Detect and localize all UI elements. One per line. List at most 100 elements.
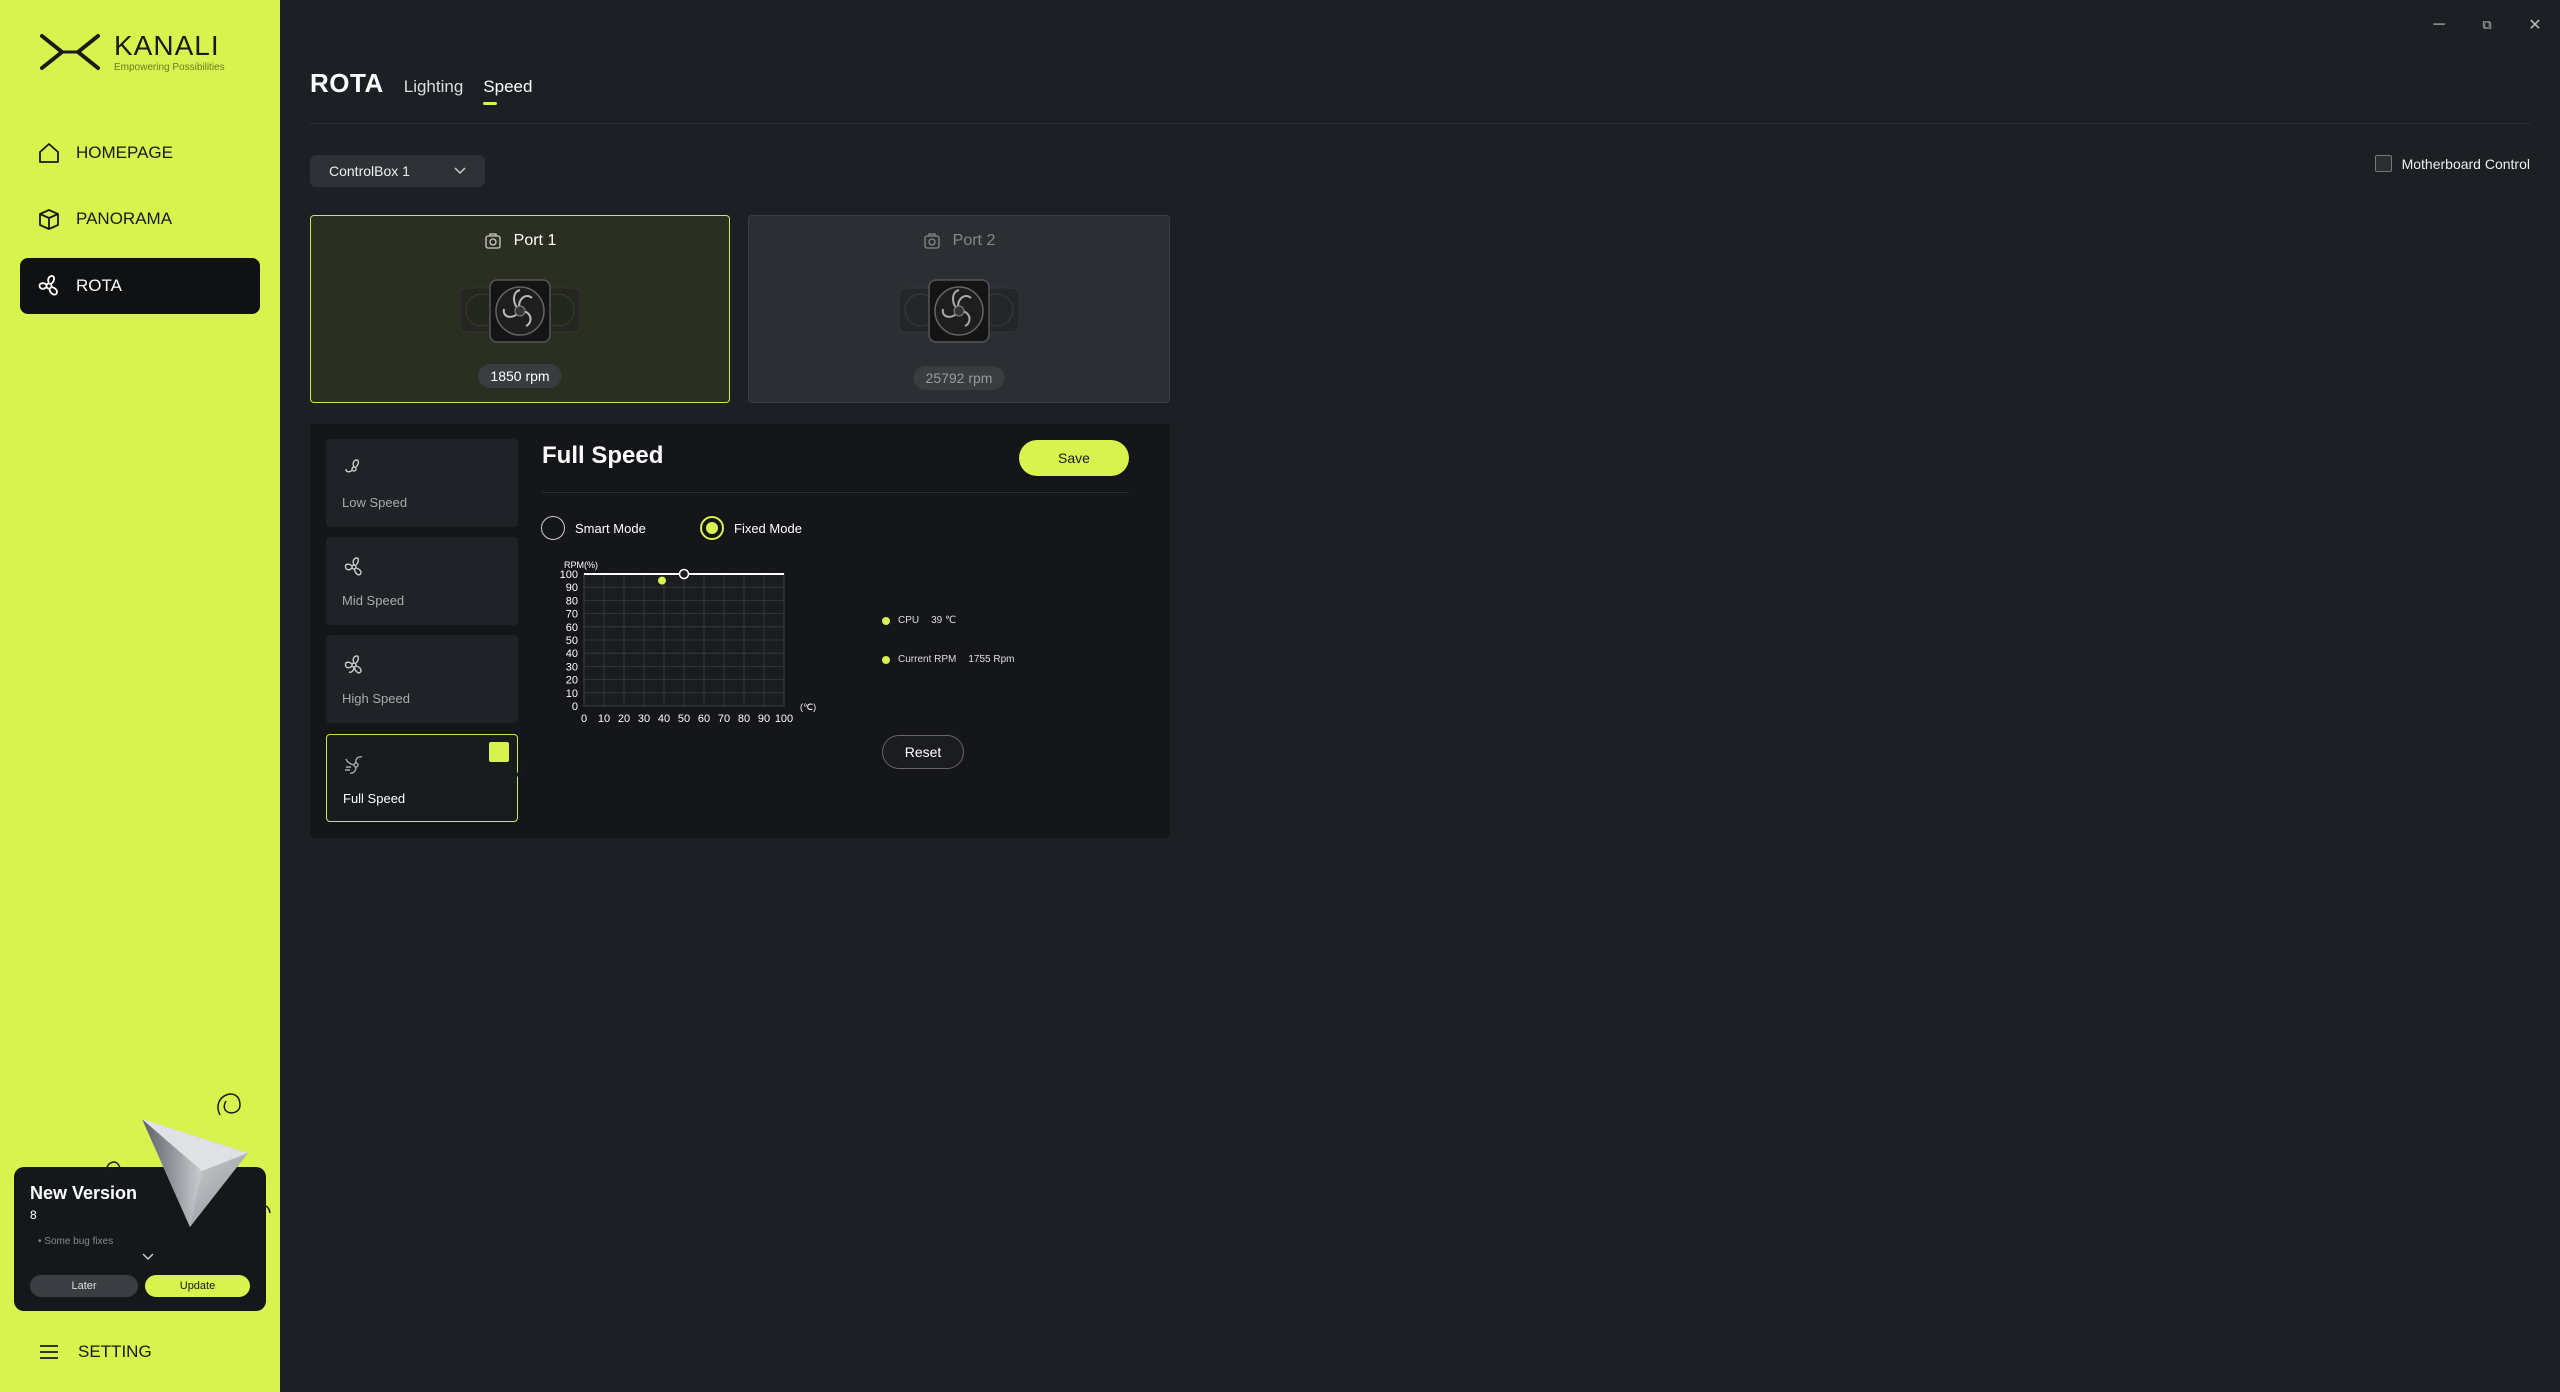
header-divider: [310, 123, 2530, 124]
preset-label: Full Speed: [343, 791, 406, 806]
chart-y-axis-label: RPM(%): [564, 560, 598, 570]
box-icon: [39, 209, 59, 230]
chart-x-tick-label: 0: [581, 713, 587, 725]
motherboard-control-label: Motherboard Control: [2401, 155, 2530, 172]
legend-cpu: CPU 39 ℃: [882, 615, 956, 626]
check-icon: [489, 742, 524, 779]
reset-button[interactable]: Reset: [882, 735, 964, 769]
tab-lighting[interactable]: Lighting: [404, 77, 464, 97]
fan-icon: [38, 275, 58, 296]
app-logo: KANALI Empowering Possibilities: [40, 30, 225, 74]
chart-x-tick-label: 90: [758, 713, 770, 725]
controller-select-value: ControlBox 1: [329, 163, 410, 179]
preset-high-speed[interactable]: High Speed: [326, 635, 518, 723]
chart-y-tick-label: 80: [566, 595, 578, 607]
radio-label: Fixed Mode: [734, 520, 802, 536]
logo-name: KANALI: [114, 29, 220, 61]
chart-x-tick-label: 10: [598, 713, 610, 725]
sidebar-item-homepage[interactable]: HOMEPAGE: [20, 125, 260, 181]
sidebar-item-rota[interactable]: ROTA: [20, 258, 260, 314]
triple-fan-image: [460, 279, 580, 343]
chart-y-tick-label: 60: [566, 622, 578, 634]
preset-low-speed[interactable]: Low Speed: [326, 439, 518, 527]
chart-x-tick-label: 60: [698, 713, 710, 725]
port-icon: [485, 233, 501, 249]
chart-x-tick-label: 30: [638, 713, 650, 725]
close-button[interactable]: ✕: [2524, 14, 2546, 36]
radio-indicator: [541, 516, 565, 540]
minimize-button[interactable]: ─: [2428, 14, 2450, 36]
preset-label: Low Speed: [342, 495, 408, 510]
paper-plane-icon: [106, 1093, 271, 1227]
controller-select[interactable]: ControlBox 1: [310, 155, 485, 187]
port-icon: [924, 233, 940, 249]
logo-tagline: Empowering Possibilities: [114, 61, 225, 73]
chart-y-tick-label: 20: [566, 675, 578, 687]
fan-low-icon: [345, 459, 360, 473]
sidebar-item-panorama[interactable]: PANORAMA: [20, 191, 260, 247]
fan-high-icon: [344, 655, 362, 674]
chevron-down-icon: [454, 167, 466, 175]
fan-curve-chart[interactable]: 01020304050607080901000 10 20 30 40 50 60 70 80 9…: [542, 556, 822, 726]
sidebar-item-label: PANORAMA: [76, 209, 173, 228]
chart-current-point: [658, 576, 666, 585]
chart-x-tick-label: 40: [658, 713, 670, 725]
radio-label: Smart Mode: [575, 520, 646, 536]
fan-mid-icon: [344, 557, 362, 576]
preset-full-speed[interactable]: Full Speed: [326, 734, 524, 822]
save-button[interactable]: Save: [1019, 440, 1129, 476]
motherboard-control-checkbox[interactable]: [2374, 155, 2392, 172]
page-header: ROTA Lighting Speed: [310, 68, 532, 105]
fan-full-icon: [345, 756, 363, 774]
legend-value: 1755 Rpm: [968, 654, 1015, 665]
update-button[interactable]: Update: [145, 1275, 250, 1297]
chart-control-point[interactable]: [678, 568, 690, 580]
kanali-logo-icon: [40, 34, 100, 70]
port-label: Port 2: [952, 232, 996, 249]
legend-label: CPU: [898, 615, 920, 626]
sidebar-item-label: HOMEPAGE: [76, 143, 173, 162]
fixed-mode-radio[interactable]: Fixed Mode: [700, 516, 802, 540]
panel-divider: [542, 492, 1129, 493]
tab-speed[interactable]: Speed: [483, 77, 532, 105]
chart-y-tick-label: 70: [566, 609, 578, 621]
later-button[interactable]: Later: [30, 1275, 138, 1297]
preset-mid-speed[interactable]: Mid Speed: [326, 537, 518, 625]
chart-x-tick-label: 50: [678, 713, 690, 725]
restore-button[interactable]: ⧉: [2476, 14, 2498, 36]
chart-x-tick-label: 70: [718, 713, 730, 725]
smart-mode-radio[interactable]: Smart Mode: [541, 516, 646, 540]
chart-y-tick-label: 30: [566, 661, 578, 673]
sidebar-item-setting[interactable]: SETTING: [38, 1342, 152, 1362]
chart-x-tick-label: 100: [775, 713, 793, 725]
port-rpm-badge: 25792 rpm: [913, 366, 1005, 390]
port-label: Port 1: [513, 232, 557, 249]
chart-y-tick-label: 90: [566, 582, 578, 594]
preset-label: High Speed: [342, 691, 410, 706]
motherboard-control[interactable]: Motherboard Control: [2374, 155, 2530, 172]
port-card-2[interactable]: Port 2 25792 rpm: [748, 215, 1170, 403]
sidebar-item-label: ROTA: [76, 276, 122, 295]
legend-value: 39 ℃: [931, 615, 957, 626]
radio-indicator: [700, 516, 724, 540]
legend-current-rpm: Current RPM 1755 Rpm: [882, 654, 1015, 665]
setting-label: SETTING: [78, 1342, 152, 1361]
legend-dot: [882, 616, 890, 625]
chart-x-tick-label: 80: [738, 713, 750, 725]
chart-y-tick-label: 50: [566, 635, 578, 647]
port-card-1[interactable]: Port 1 1850 rpm: [310, 215, 730, 403]
chart-y-tick-label: 10: [566, 688, 578, 700]
sidebar: KANALI Empowering Possibilities HOMEPAGE…: [0, 0, 280, 1392]
chart-x-tick-label: 20: [618, 713, 630, 725]
chevron-down-icon[interactable]: [140, 1251, 156, 1263]
port-rpm-badge: 1850 rpm: [478, 364, 562, 388]
update-note: • Some bug fixes: [38, 1236, 114, 1247]
speed-title: Full Speed: [542, 442, 664, 469]
chart-y-tick-label: 100: [560, 569, 578, 581]
menu-icon: [40, 1345, 58, 1359]
chart-y-tick-label: 40: [566, 648, 578, 660]
chart-x-axis-label: (℃): [800, 702, 816, 712]
home-icon: [39, 143, 59, 163]
triple-fan-image: [899, 279, 1019, 343]
page-title: ROTA: [310, 68, 384, 98]
